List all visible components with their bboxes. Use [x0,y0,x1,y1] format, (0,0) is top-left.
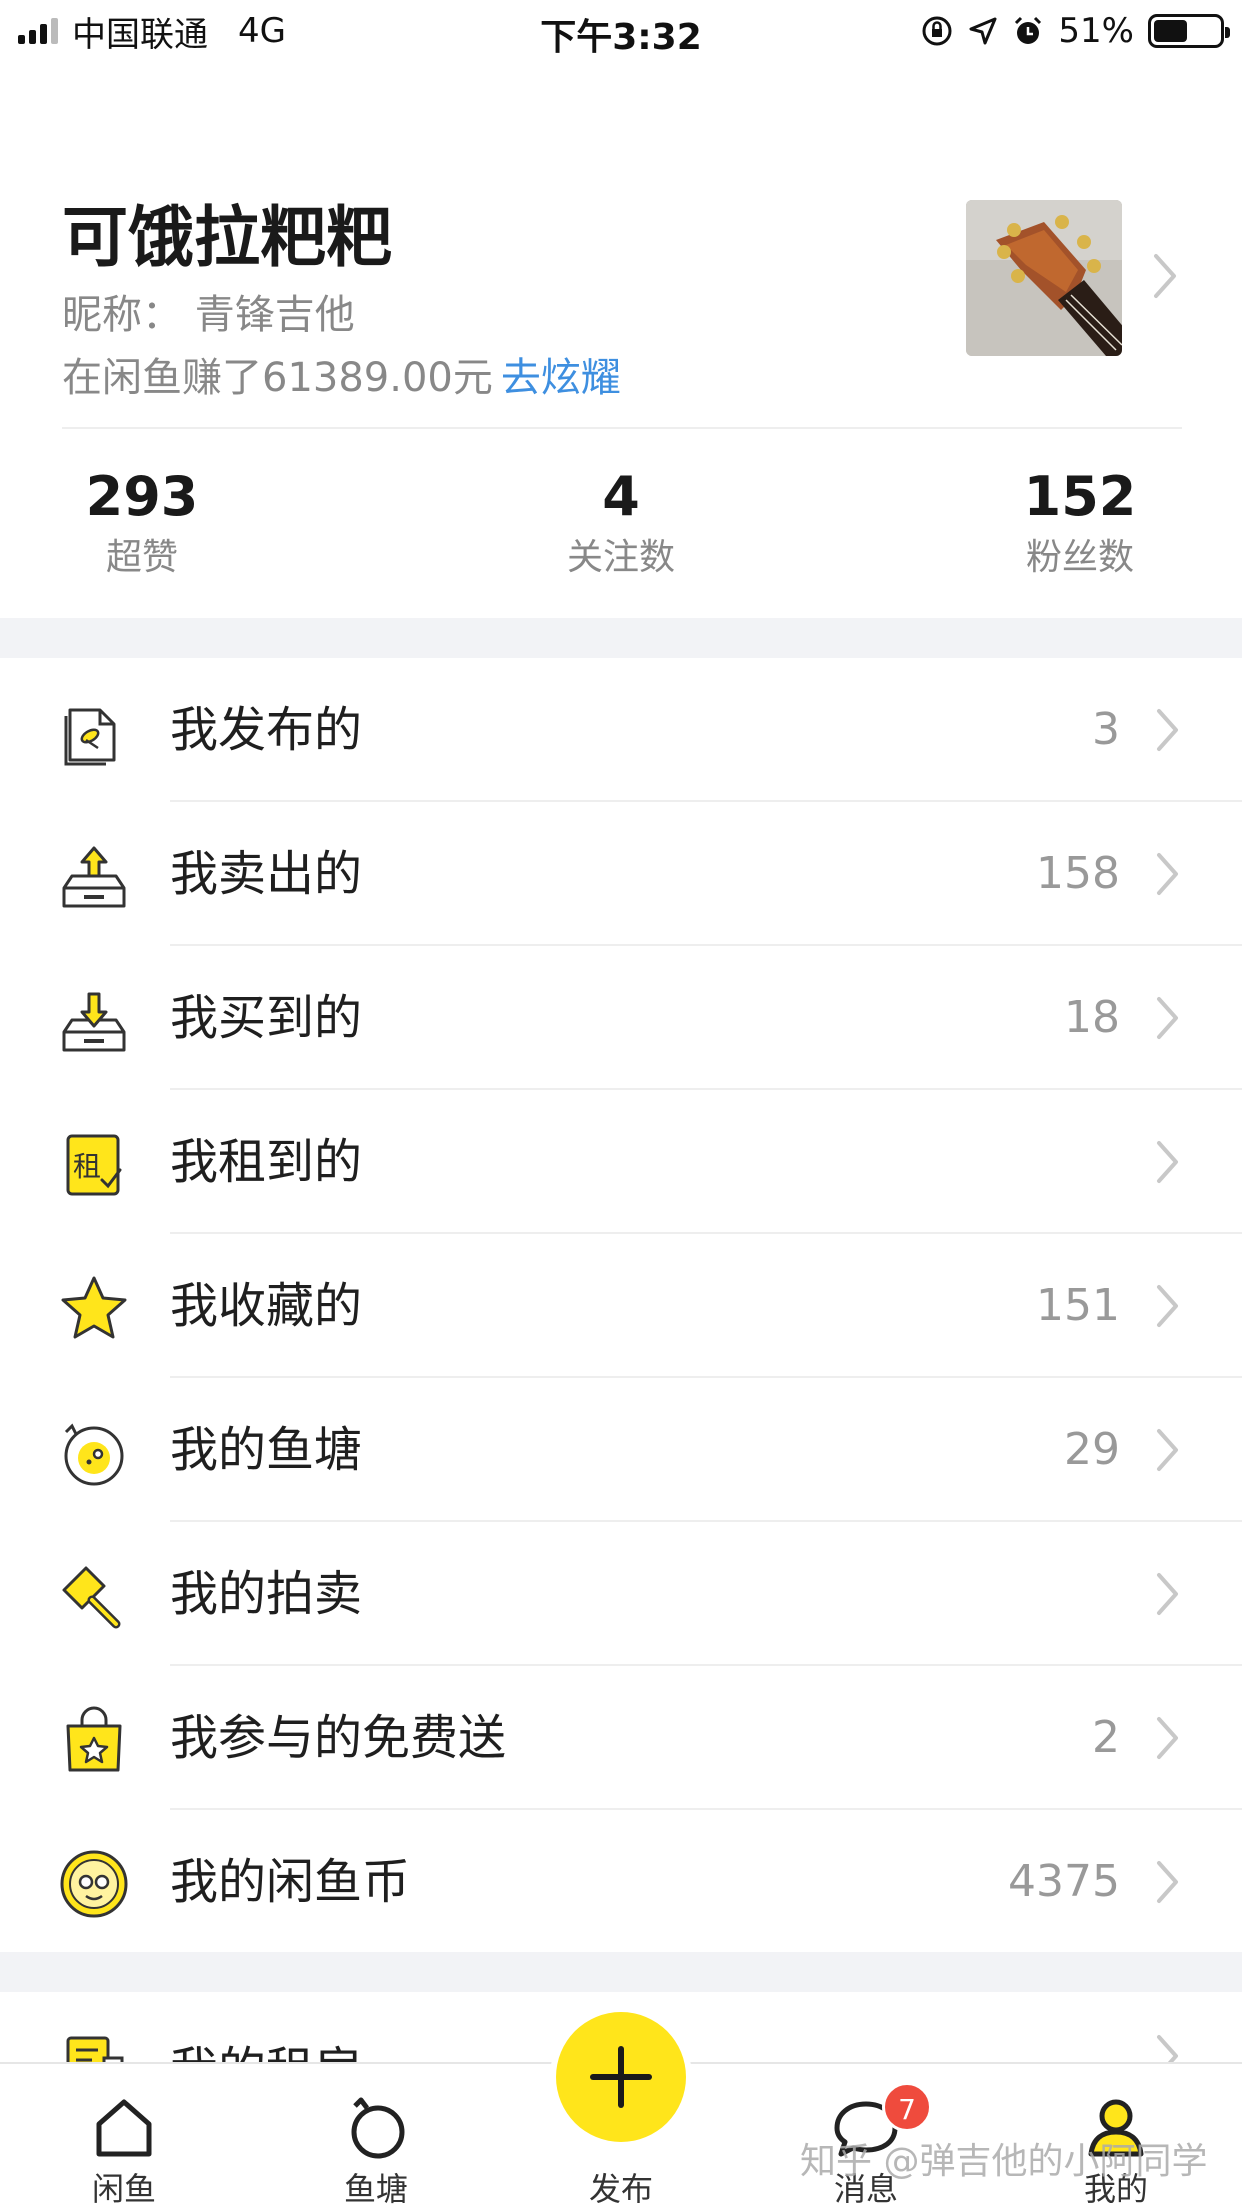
profile-header[interactable]: 可饿拉粑粑 昵称： 青锋吉他 在闲鱼赚了61389.00元去炫耀 293 超赞 [0,62,1242,617]
menu-item-bought[interactable]: 我买到的 18 [0,946,1242,1090]
fish-pond-icon [64,1423,124,1486]
tab-label: 闲鱼 [91,2170,156,2208]
stats-row: 293 超赞 4 关注数 152 粉丝数 [0,462,1242,592]
stat-fans-label: 粉丝数 [1025,537,1134,578]
rented-icon: 租 [66,1134,122,1196]
chevron-right-icon [1157,1861,1178,1903]
tab-label: 鱼塘 [343,2170,408,2208]
battery-icon [1148,14,1230,48]
section-gap [0,1952,1242,1992]
menu-item-count: 158 [1036,848,1120,899]
pond-icon [351,2097,405,2159]
stat-following-label: 关注数 [566,537,675,578]
avatar[interactable] [966,200,1122,356]
battery-percent: 51% [1058,11,1134,51]
section-gap [0,618,1242,658]
chevron-right-icon [1157,997,1178,1039]
menu-item-favorites[interactable]: 我收藏的 151 [0,1234,1242,1378]
stat-likes-value: 293 [85,465,199,528]
menu-item-count: 29 [1064,1424,1120,1475]
rental-housing-icon [66,2036,124,2062]
earnings-text: 在闲鱼赚了61389.00元 [62,355,493,401]
show-off-link[interactable]: 去炫耀 [501,355,621,401]
favorites-star-icon [61,1276,127,1339]
chevron-right-icon [1157,853,1178,895]
menu-item-label: 我租到的 [170,1134,363,1190]
menu-item-label: 我的拍卖 [170,1566,363,1622]
menu-item-auction[interactable]: 我的拍卖 [0,1522,1242,1666]
menu-item-count: 151 [1036,1280,1120,1331]
message-badge: 7 [882,2082,932,2132]
menu-item-count: 2 [1092,1712,1120,1763]
menu-item-count: 4375 [1008,1856,1120,1907]
chevron-right-icon [1157,2035,1178,2062]
profile-divider [62,427,1182,429]
chevron-right-icon [1157,1573,1178,1615]
menu-item-count: 3 [1092,704,1120,755]
menu-item-count: 18 [1064,992,1120,1043]
chevron-right-icon [1157,1141,1178,1183]
menu-item-label: 我发布的 [170,702,363,758]
publish-button[interactable] [556,2012,686,2142]
tab-pond[interactable]: 鱼塘 [306,2064,446,2208]
rented-icon-text: 租 [73,1150,101,1183]
auction-hammer-icon [62,1566,121,1629]
xianyu-coin-icon [60,1850,128,1918]
menu-item-sold[interactable]: 我卖出的 158 [0,802,1242,946]
chevron-right-icon [1157,709,1178,751]
stat-following-value: 4 [602,465,640,528]
alarm-icon [1015,16,1042,44]
chevron-right-icon [1157,1717,1178,1759]
profile-nickname: 昵称： 青锋吉他 [62,292,355,338]
profile-name: 可饿拉粑粑 [62,199,392,276]
stat-likes[interactable]: 293 超赞 [62,462,222,584]
orientation-lock-icon [922,16,952,46]
chevron-right-icon [1157,1429,1178,1471]
stat-likes-label: 超赞 [105,537,178,578]
menu-item-published[interactable]: 我发布的 3 [0,658,1242,802]
free-gift-bag-icon [66,1706,122,1772]
published-icon [64,708,116,766]
guitar-headstock-image [966,200,1122,356]
menu-item-label: 我参与的免费送 [170,1710,507,1766]
menu-item-label: 我的闲鱼币 [170,1854,411,1910]
tab-label: 发布 [588,2170,653,2208]
menu-item-label: 我收藏的 [170,1278,363,1334]
menu-item-label: 我的鱼塘 [170,1422,363,1478]
chevron-right-icon [1157,1285,1178,1327]
profile-chevron-icon [1154,254,1176,298]
bought-icon [62,992,126,1052]
location-arrow-icon [969,17,997,45]
menu-item-xianyu-coin[interactable]: 我的闲鱼币 4375 [0,1810,1242,1954]
tab-home[interactable]: 闲鱼 [54,2064,194,2208]
status-right: 51% [920,10,1230,52]
stat-fans[interactable]: 152 粉丝数 [1000,462,1160,584]
menu-item-fish-pond[interactable]: 我的鱼塘 29 [0,1378,1242,1522]
menu-item-rented[interactable]: 租 我租到的 [0,1090,1242,1234]
menu-item-free-gift[interactable]: 我参与的免费送 2 [0,1666,1242,1810]
earnings-line: 在闲鱼赚了61389.00元 去炫耀 [62,345,621,403]
stat-following[interactable]: 4 关注数 [541,462,701,584]
stat-fans-value: 152 [1023,465,1137,528]
menu-item-label: 我买到的 [170,990,363,1046]
sold-icon [62,846,126,908]
watermark: 知乎 @弹吉他的小阿同学 [800,2141,1208,2182]
menu-item-label: 我卖出的 [170,846,363,902]
home-icon [96,2099,152,2157]
status-bar: 中国联通 4G 下午3:32 51% [0,0,1242,62]
menu-item-label: 我的租房 [170,2030,362,2062]
